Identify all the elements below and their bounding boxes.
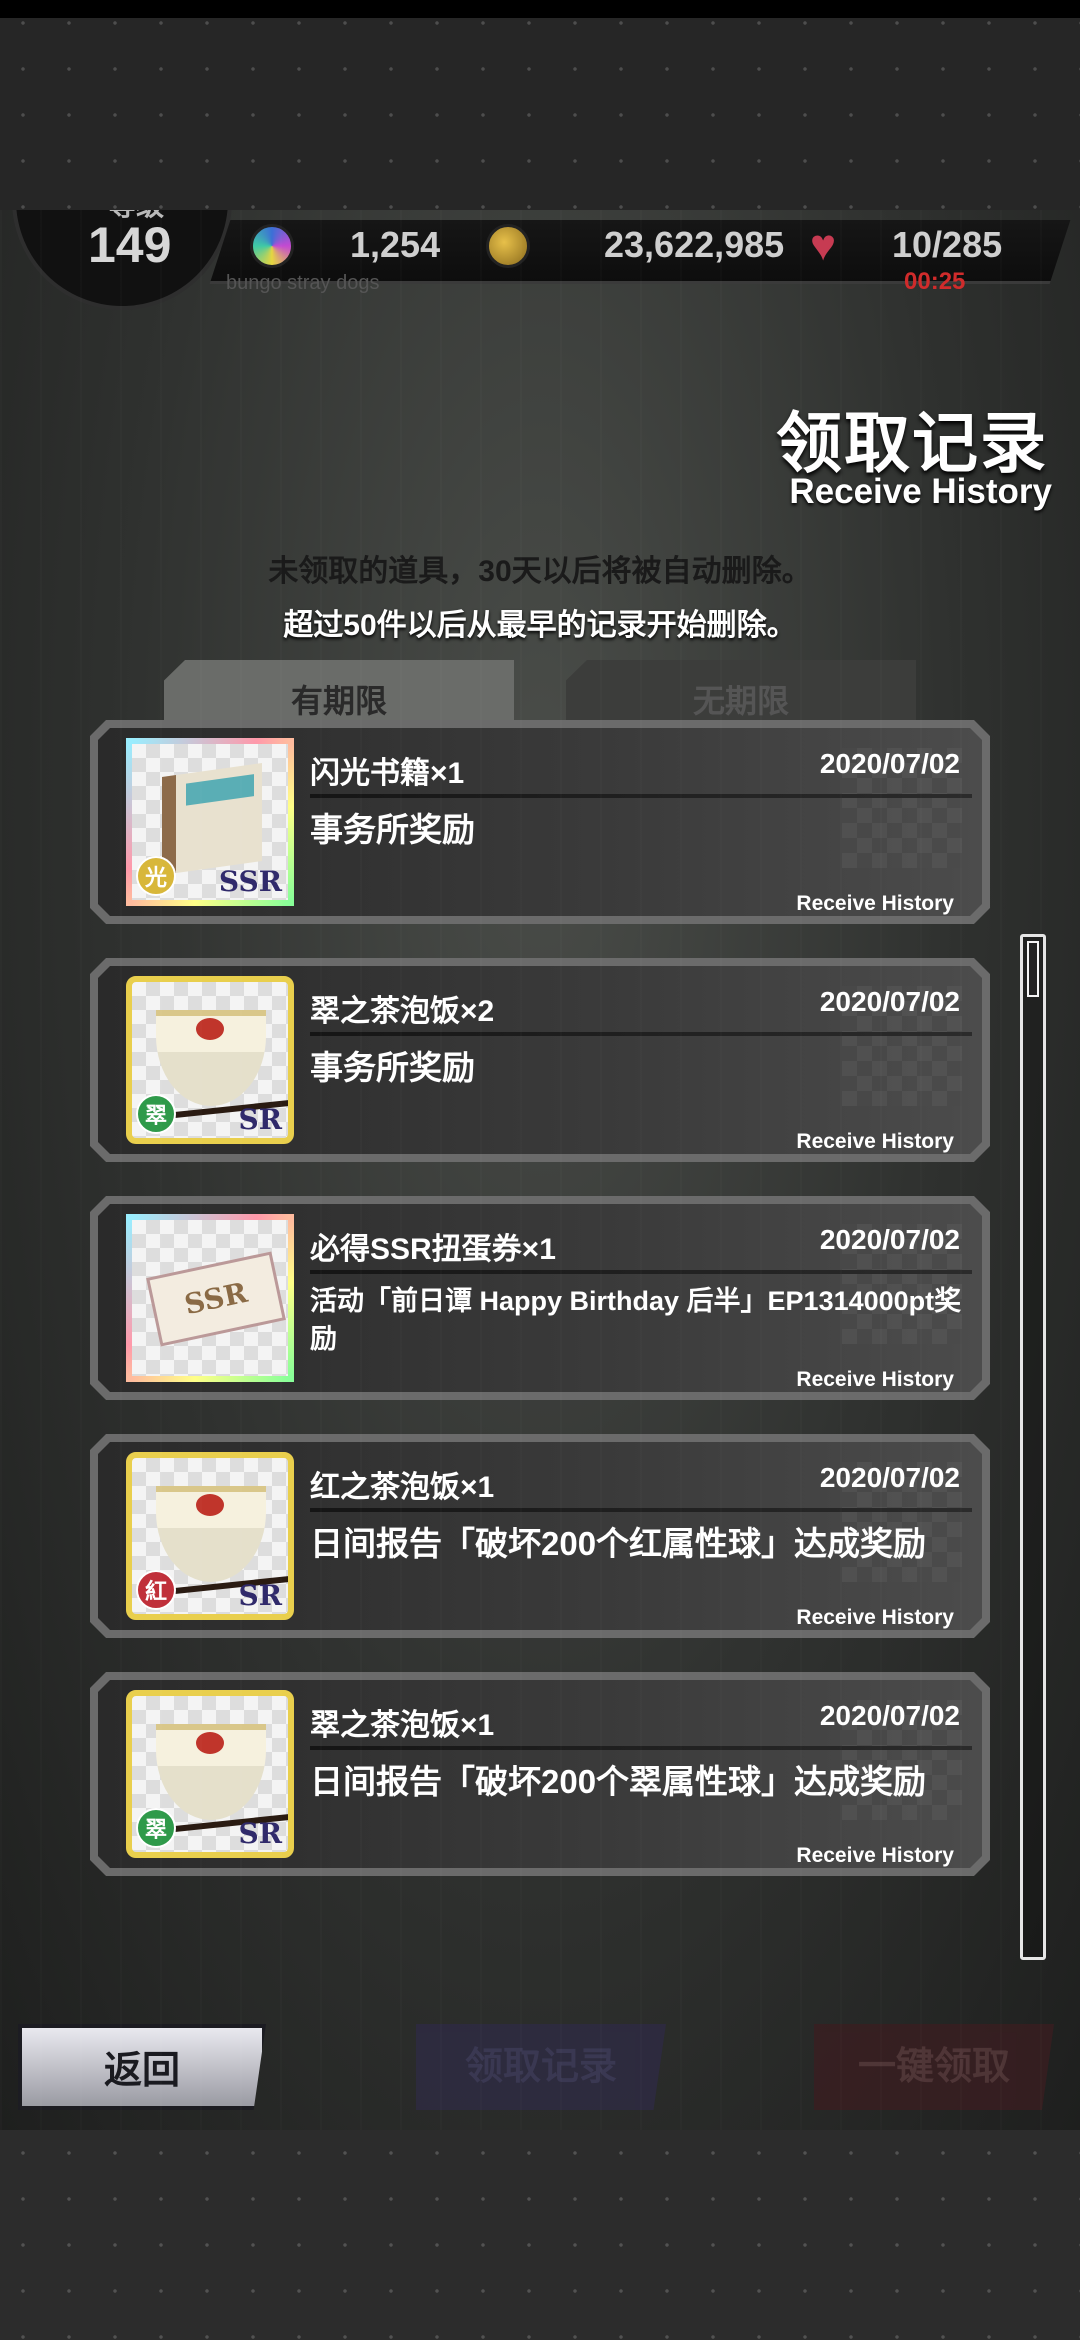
attribute-badge: 紅	[136, 1570, 176, 1610]
back-button[interactable]: 返回	[18, 2024, 266, 2110]
item-source: 日间报告「破坏200个翠属性球」达成奖励	[310, 1763, 927, 1800]
stamina-count: 10/285	[892, 224, 1003, 265]
status-strip	[209, 220, 1071, 284]
coin-icon	[486, 224, 530, 268]
panel-subtitle: Receive History	[789, 472, 1052, 511]
list-item[interactable]: 翠 SR 翠之茶泡饭×1 2020/07/02 日间报告「破坏200个翠属性球」…	[90, 1672, 990, 1876]
history-list[interactable]: 光 SSR 闪光书籍×1 2020/07/02 事务所奖励 Receive Hi…	[80, 710, 1020, 1974]
history-button[interactable]: 领取记录	[416, 2024, 666, 2110]
coin-count: 23,622,985	[604, 224, 785, 265]
rarity-label: SR	[238, 1579, 283, 1612]
claim-all-button[interactable]: 一键领取	[814, 2024, 1054, 2110]
item-background	[98, 728, 982, 916]
attribute-badge: 翠	[136, 1094, 176, 1134]
divider	[310, 1270, 972, 1274]
stamina-timer: 00:25	[904, 268, 966, 295]
ticket-graphic: SSR	[146, 1251, 286, 1347]
list-scrollbar[interactable]	[1020, 934, 1046, 1960]
item-date: 2020/07/02	[819, 986, 960, 1017]
item-date: 2020/07/02	[819, 1700, 960, 1731]
ticket-icon: SSR	[126, 1214, 294, 1382]
heart-icon: ♥	[810, 221, 837, 270]
item-frame	[90, 1196, 990, 1400]
item-background	[98, 1204, 982, 1392]
attribute-badge: 光	[136, 856, 176, 896]
gem-icon	[250, 224, 294, 268]
item-background	[98, 1442, 982, 1630]
item-frame	[90, 958, 990, 1162]
chopsticks-graphic	[172, 1575, 288, 1595]
level-badge: 等级 149	[12, 210, 232, 310]
rarity-label: SR	[238, 1817, 283, 1850]
rice-bowl-icon: 翠 SR	[126, 976, 294, 1144]
item-date: 2020/07/02	[819, 1224, 960, 1255]
item-tag: Receive History	[796, 1606, 954, 1629]
book-graphic	[162, 762, 262, 876]
item-background	[98, 1680, 982, 1868]
item-name: 翠之茶泡饭×1	[310, 1709, 495, 1742]
item-frame	[90, 1434, 990, 1638]
item-source: 事务所奖励	[310, 811, 475, 848]
rarity-label: SSR	[218, 865, 282, 898]
item-tag: Receive History	[796, 892, 954, 915]
gem-count: 1,254	[350, 224, 441, 265]
bowl-graphic	[156, 1724, 266, 1820]
top-letterbox	[0, 0, 1080, 210]
status-bar: 等级 149 1,254 23,622,985 ♥ 10/285 00:25 b…	[0, 210, 1080, 320]
rice-bowl-icon: 紅 SR	[126, 1452, 294, 1620]
chopsticks-graphic	[172, 1099, 288, 1119]
rice-bowl-icon: 翠 SR	[126, 1690, 294, 1858]
attribute-badge: 翠	[136, 1808, 176, 1848]
scrollbar-thumb[interactable]	[1027, 941, 1039, 997]
item-tag: Receive History	[796, 1844, 954, 1867]
item-date: 2020/07/02	[819, 1462, 960, 1493]
list-item[interactable]: 翠 SR 翠之茶泡饭×2 2020/07/02 事务所奖励 Receive Hi…	[90, 958, 990, 1162]
game-area: 等级 149 1,254 23,622,985 ♥ 10/285 00:25 b…	[0, 210, 1080, 2130]
item-tag: Receive History	[796, 1368, 954, 1391]
item-date: 2020/07/02	[819, 748, 960, 779]
rarity-label: SR	[238, 1103, 283, 1136]
item-background	[98, 966, 982, 1154]
item-tag: Receive History	[796, 1130, 954, 1153]
item-source: 事务所奖励	[310, 1049, 475, 1086]
item-frame	[90, 1672, 990, 1876]
list-item[interactable]: 紅 SR 红之茶泡饭×1 2020/07/02 日间报告「破坏200个红属性球」…	[90, 1434, 990, 1638]
bowl-graphic	[156, 1010, 266, 1106]
level-label: 等级	[108, 210, 164, 224]
notice-expire: 未领取的道具，30天以后将被自动删除。	[268, 555, 812, 588]
item-source: 活动「前日谭 Happy Birthday 后半」EP1314000pt奖励	[310, 1286, 962, 1354]
bowl-graphic	[156, 1486, 266, 1582]
book-icon: 光 SSR	[126, 738, 294, 906]
item-source: 日间报告「破坏200个红属性球」达成奖励	[310, 1525, 927, 1562]
divider	[310, 1746, 972, 1750]
chopsticks-graphic	[172, 1813, 288, 1833]
bottom-letterbox	[0, 2130, 1080, 2340]
notice-limit: 超过50件以后从最早的记录开始删除。	[283, 609, 797, 642]
list-item[interactable]: 光 SSR 闪光书籍×1 2020/07/02 事务所奖励 Receive Hi…	[90, 720, 990, 924]
tab-limited[interactable]: 有期限	[164, 660, 514, 742]
item-frame	[90, 720, 990, 924]
divider	[310, 1032, 972, 1036]
item-name: 翠之茶泡饭×2	[310, 995, 495, 1028]
divider	[310, 1508, 972, 1512]
panel-title: 领取记录	[776, 406, 1048, 480]
level-value: 149	[88, 217, 172, 273]
divider	[310, 794, 972, 798]
list-item[interactable]: SSR 必得SSR扭蛋券×1 2020/07/02 活动「前日谭 Happy B…	[90, 1196, 990, 1400]
game-watermark: bungo stray dogs	[226, 272, 380, 294]
item-name: 闪光书籍×1	[310, 757, 465, 790]
item-name: 红之茶泡饭×1	[310, 1471, 495, 1504]
item-name: 必得SSR扭蛋券×1	[310, 1233, 556, 1266]
tab-unlimited[interactable]: 无期限	[566, 660, 916, 742]
